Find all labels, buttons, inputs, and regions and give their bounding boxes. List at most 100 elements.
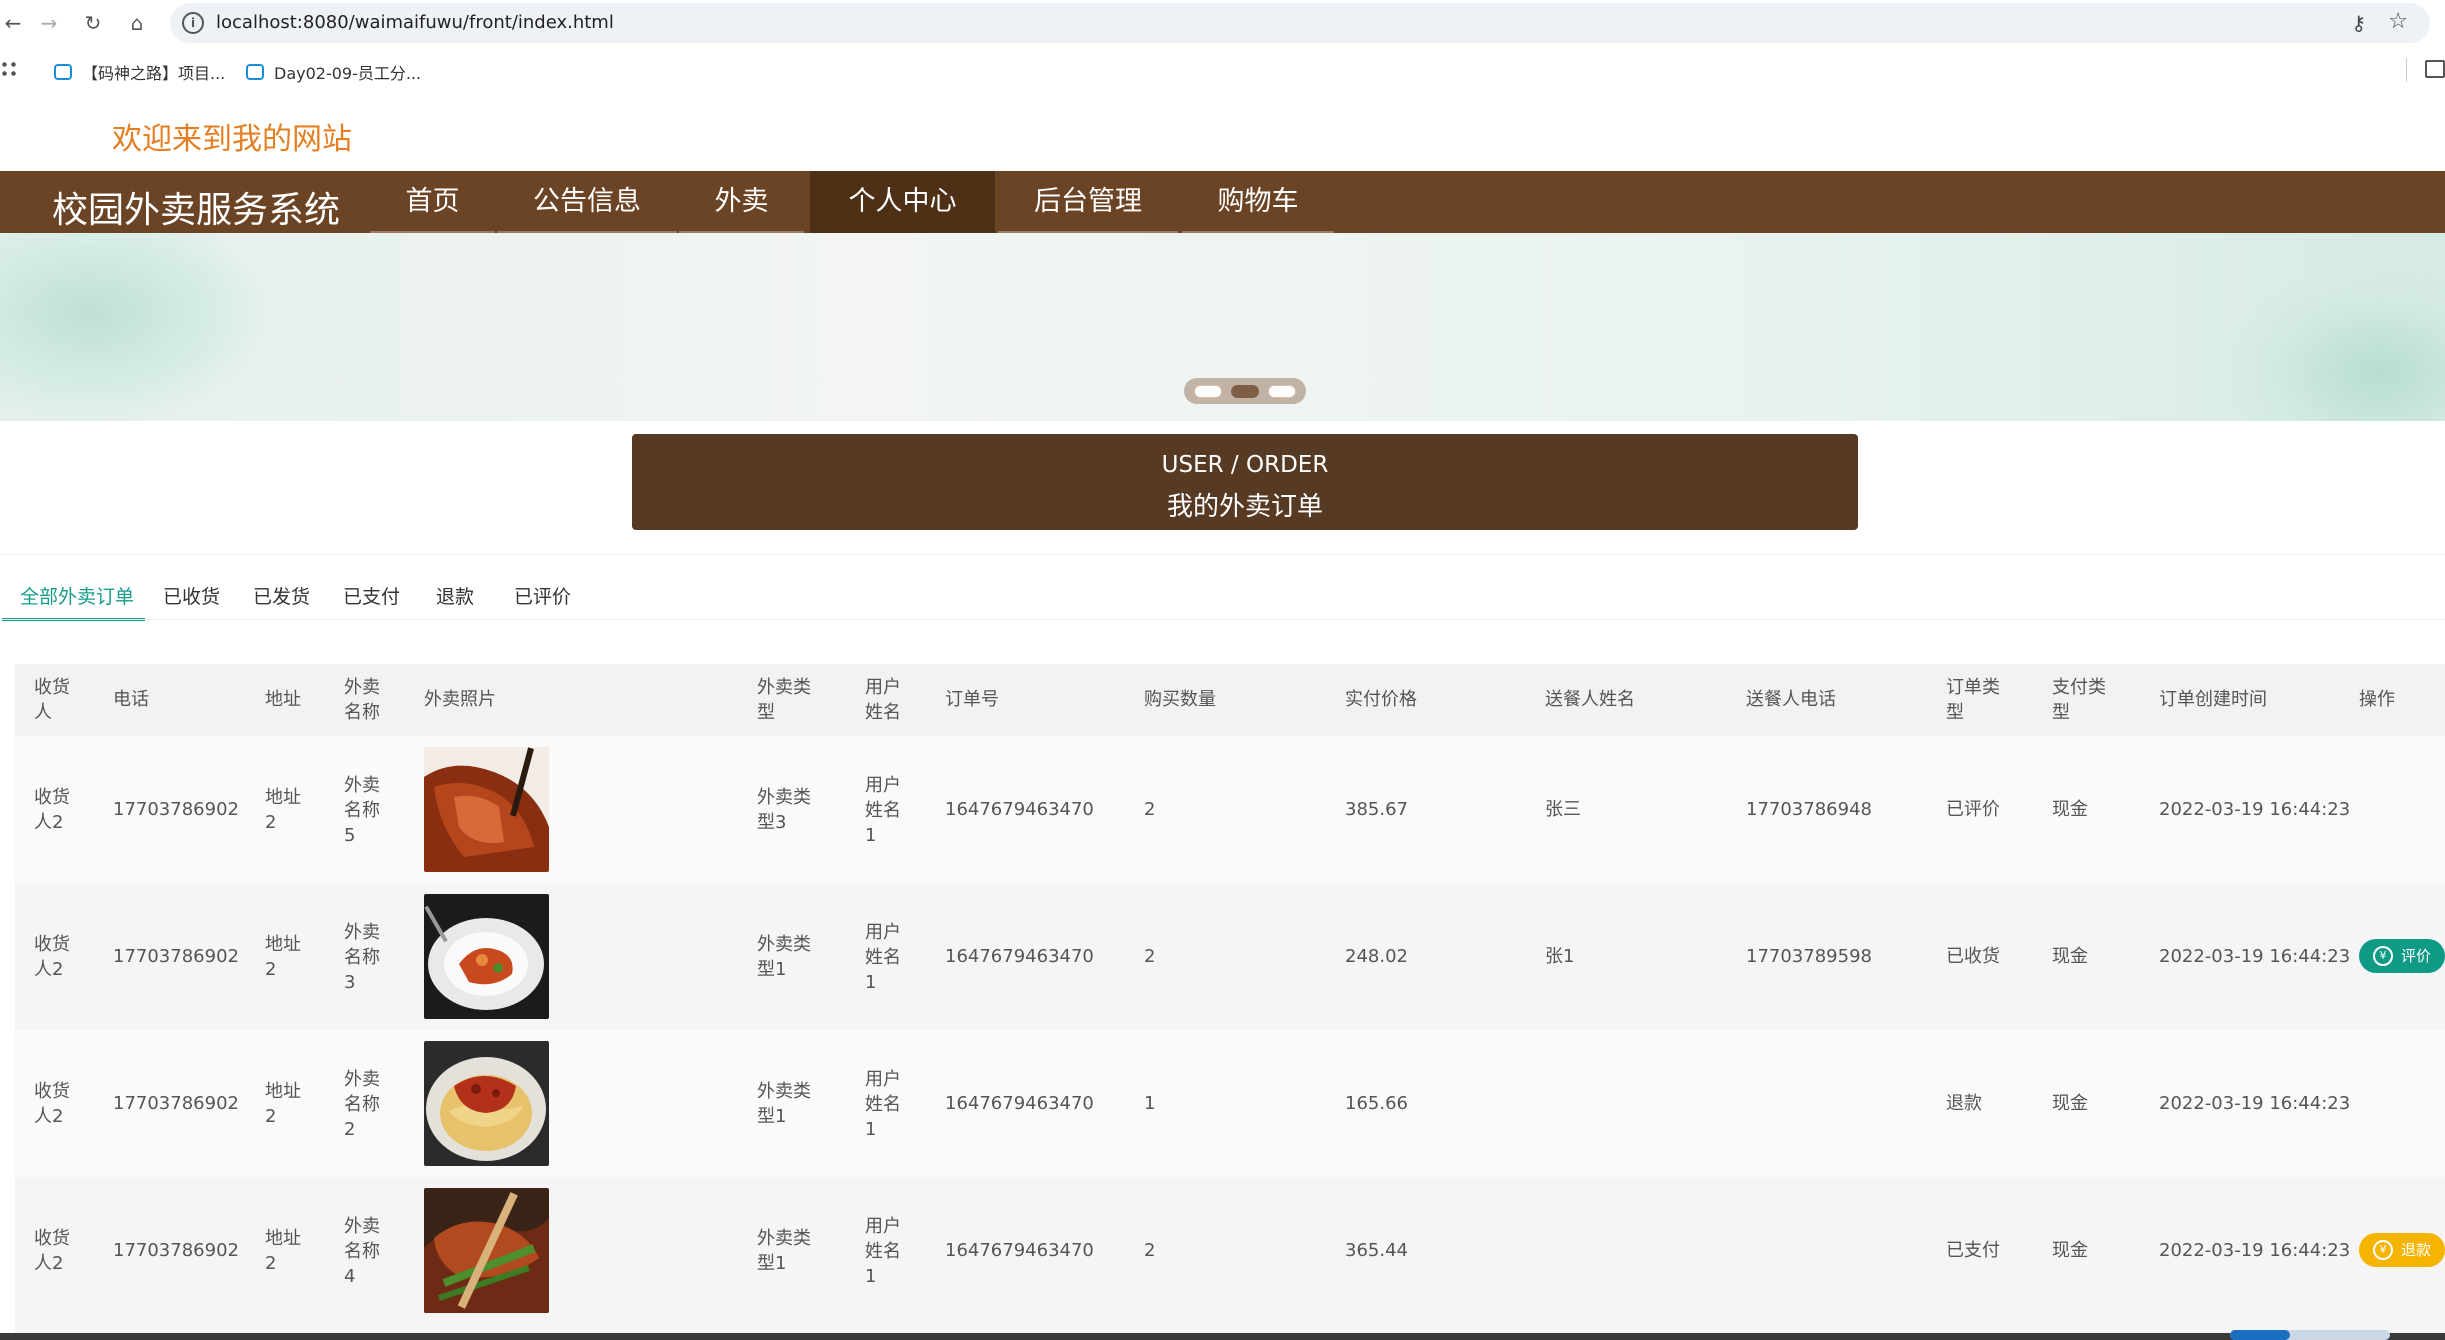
nav-item-admin[interactable]: 后台管理 — [998, 171, 1178, 233]
reload-icon[interactable]: ↻ — [80, 10, 106, 36]
forward-icon[interactable]: → — [36, 10, 62, 36]
folder-icon[interactable] — [2425, 60, 2445, 78]
food-photo-plate[interactable] — [424, 894, 549, 1019]
cell-phone: 17703786902 — [113, 1240, 239, 1261]
carousel-dot-active[interactable] — [1231, 385, 1259, 398]
cell-order-status: 已收货 — [1946, 946, 2000, 967]
table-row: 收货人2 17703786902 地址2 外卖名称3 外卖类型1 用户姓名1 1… — [15, 883, 2445, 1030]
cell-order-no: 1647679463470 — [945, 799, 1094, 820]
tab-reviewed[interactable]: 已评价 — [514, 582, 571, 609]
cell-pay-type: 现金 — [2052, 799, 2088, 820]
cell-created-time: 2022-03-19 16:44:23 — [2159, 1093, 2351, 1114]
header-order-type: 订单类型 — [1946, 677, 2000, 723]
review-button[interactable]: ¥ 评价 — [2359, 939, 2445, 973]
order-tabs: 全部外卖订单 已收货 已发货 已支付 退款 已评价 — [0, 570, 2445, 621]
refund-button-label: 退款 — [2401, 1241, 2432, 1259]
cell-price: 248.02 — [1345, 946, 1408, 967]
bookmarks-bar: 【码神之路】项目... Day02-09-员工分... — [0, 50, 2445, 90]
cell-address: 地址2 — [265, 787, 301, 833]
nav-item-personal-center[interactable]: 个人中心 — [810, 171, 995, 233]
main-navbar: 校园外卖服务系统 首页 公告信息 外卖 个人中心 后台管理 购物车 — [0, 171, 2445, 233]
cell-price: 165.66 — [1345, 1093, 1408, 1114]
cell-address: 地址2 — [265, 934, 301, 980]
nav-item-cart[interactable]: 购物车 — [1182, 171, 1334, 233]
header-food-name: 外卖名称 — [344, 677, 380, 723]
cell-food-type: 外卖类型1 — [757, 934, 811, 980]
section-title-en: USER / ORDER — [1161, 452, 1329, 478]
bookmark-item[interactable]: 【码神之路】项目... — [54, 60, 225, 84]
browser-toolbar: ← → ↻ ⌂ i localhost:8080/waimaifuwu/fron… — [0, 0, 2445, 47]
cell-address: 地址2 — [265, 1228, 301, 1274]
bookmark-item[interactable]: Day02-09-员工分... — [246, 60, 421, 84]
nav-item-home[interactable]: 首页 — [370, 171, 495, 233]
cell-food-type: 外卖类型3 — [757, 787, 811, 833]
scrollbar-thumb[interactable] — [2230, 1330, 2290, 1340]
cell-quantity: 2 — [1144, 946, 1156, 967]
table-header: 收货人 电话 地址 外卖名称 外卖照片 外卖类型 用户姓名 订单号 购买数量 实… — [15, 664, 2445, 736]
cell-quantity: 2 — [1144, 1240, 1156, 1261]
header-price: 实付价格 — [1345, 689, 1417, 710]
table-row: 收货人2 17703786902 地址2 外卖名称4 外卖类型1 用户姓名1 1… — [15, 1177, 2445, 1333]
bookmark-label: 【码神之路】项目... — [82, 64, 226, 83]
horizontal-scrollbar[interactable] — [2230, 1330, 2390, 1340]
bookmarks-separator — [2406, 58, 2407, 82]
address-bar[interactable]: i localhost:8080/waimaifuwu/front/index.… — [170, 3, 2430, 43]
header-actions: 操作 — [2359, 689, 2395, 710]
cell-pay-type: 现金 — [2052, 1093, 2088, 1114]
cell-consignee: 收货人2 — [34, 1081, 70, 1127]
cell-user-name: 用户姓名1 — [865, 1216, 901, 1287]
cell-courier-phone: 17703786948 — [1746, 799, 1872, 820]
password-key-icon[interactable]: ⚷ — [2351, 11, 2366, 35]
header-pay-type: 支付类型 — [2052, 677, 2106, 723]
tab-shipped[interactable]: 已发货 — [253, 582, 310, 609]
site-brand: 校园外卖服务系统 — [52, 190, 341, 231]
cell-phone: 17703786902 — [113, 1093, 239, 1114]
food-photo-spaghetti[interactable] — [424, 1041, 549, 1166]
carousel-dot[interactable] — [1268, 385, 1296, 398]
back-icon[interactable]: ← — [0, 10, 26, 36]
header-food-type: 外卖类型 — [757, 677, 811, 723]
review-button-label: 评价 — [2401, 947, 2432, 965]
yuan-icon: ¥ — [2373, 946, 2393, 966]
header-quantity: 购买数量 — [1144, 689, 1216, 710]
header-consignee: 收货人 — [34, 677, 70, 723]
tab-received[interactable]: 已收货 — [163, 582, 220, 609]
divider — [0, 554, 2445, 555]
nav-item-notices[interactable]: 公告信息 — [497, 171, 677, 233]
url-text[interactable]: localhost:8080/waimaifuwu/front/index.ht… — [216, 12, 614, 33]
cell-food-name: 外卖名称3 — [344, 922, 380, 993]
tab-all-orders[interactable]: 全部外卖订单 — [20, 582, 134, 609]
bookmark-star-icon[interactable]: ☆ — [2388, 9, 2408, 34]
cell-courier-phone: 17703789598 — [1746, 946, 1872, 967]
cell-phone: 17703786902 — [113, 946, 239, 967]
cell-order-no: 1647679463470 — [945, 1093, 1094, 1114]
browser-chrome: ← → ↻ ⌂ i localhost:8080/waimaifuwu/fron… — [0, 0, 2445, 101]
cell-courier-name: 张1 — [1545, 946, 1575, 967]
cell-food-type: 外卖类型1 — [757, 1228, 811, 1274]
cell-quantity: 1 — [1144, 1093, 1156, 1114]
cell-consignee: 收货人2 — [34, 934, 70, 980]
cell-price: 385.67 — [1345, 799, 1408, 820]
tab-refund[interactable]: 退款 — [436, 582, 474, 609]
cell-pay-type: 现金 — [2052, 946, 2088, 967]
nav-item-food[interactable]: 外卖 — [679, 171, 804, 233]
yuan-icon: ¥ — [2373, 1240, 2393, 1260]
section-title-cn: 我的外卖订单 — [1166, 492, 1323, 522]
tab-paid[interactable]: 已支付 — [343, 582, 400, 609]
divider — [0, 619, 2445, 620]
cell-consignee: 收货人2 — [34, 1228, 70, 1274]
food-photo-ribs[interactable] — [424, 747, 549, 872]
cell-created-time: 2022-03-19 16:44:23 — [2159, 1240, 2351, 1261]
header-address: 地址 — [265, 689, 301, 710]
site-info-icon[interactable]: i — [182, 12, 204, 34]
refund-button[interactable]: ¥ 退款 — [2359, 1233, 2445, 1267]
cell-pay-type: 现金 — [2052, 1240, 2088, 1261]
cell-order-no: 1647679463470 — [945, 946, 1094, 967]
cell-created-time: 2022-03-19 16:44:23 — [2159, 799, 2351, 820]
cell-price: 365.44 — [1345, 1240, 1408, 1261]
cell-order-status: 已评价 — [1946, 799, 2000, 820]
cell-food-name: 外卖名称2 — [344, 1069, 380, 1140]
carousel-dot[interactable] — [1194, 385, 1222, 398]
home-icon[interactable]: ⌂ — [124, 10, 150, 36]
food-photo-grilled[interactable] — [424, 1188, 549, 1313]
